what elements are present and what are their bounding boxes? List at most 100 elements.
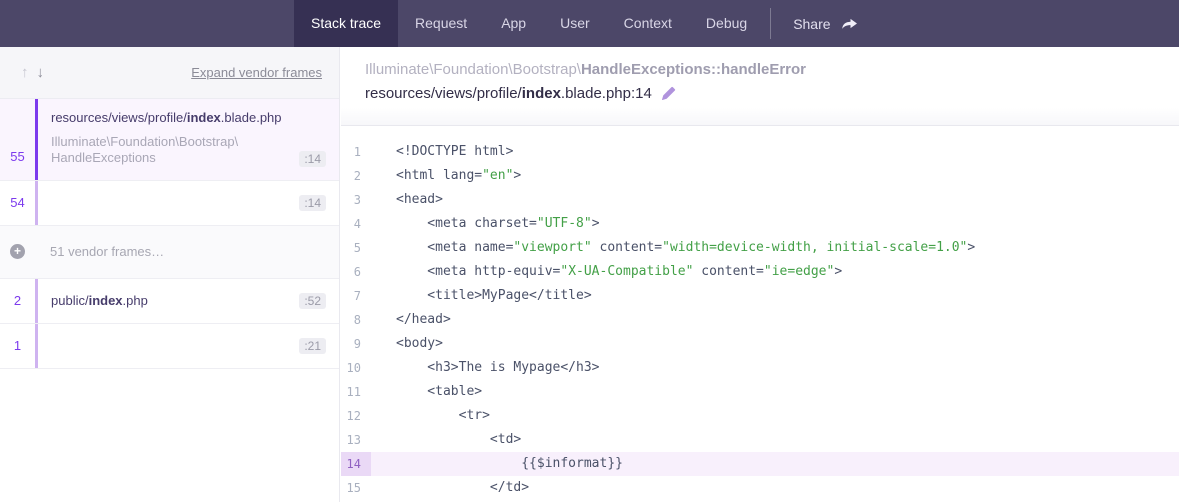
code-line-2: 2<html lang="en"> bbox=[341, 164, 1179, 188]
class-namespace: Illuminate\Foundation\Bootstrap\ bbox=[365, 61, 581, 78]
line-number-badge: :14 bbox=[299, 195, 326, 211]
stack-frame-list: 55resources/views/profile/index.blade.ph… bbox=[0, 99, 339, 369]
code-text: <h3>The is Mypage</h3> bbox=[371, 356, 600, 380]
line-number: 10 bbox=[341, 356, 371, 380]
plus-circle-icon: + bbox=[10, 244, 25, 259]
line-number: 6 bbox=[341, 260, 371, 284]
line-number: 3 bbox=[341, 188, 371, 212]
line-number: 7 bbox=[341, 284, 371, 308]
line-number: 4 bbox=[341, 212, 371, 236]
line-number: 8 bbox=[341, 308, 371, 332]
share-button[interactable]: Share bbox=[777, 0, 873, 47]
line-number-badge: :14 bbox=[299, 151, 326, 167]
frame-meta: Illuminate\Foundation\Bootstrap\HandleEx… bbox=[51, 134, 326, 167]
code-text: </head> bbox=[371, 308, 451, 332]
code-text: <table> bbox=[371, 380, 482, 404]
line-number: 15 bbox=[341, 476, 371, 500]
code-line-10: 10 <h3>The is Mypage</h3> bbox=[341, 356, 1179, 380]
code-line-8: 8</head> bbox=[341, 308, 1179, 332]
frame-body: :21 bbox=[35, 324, 339, 368]
frame-class: Illuminate\Foundation\Bootstrap\HandleEx… bbox=[51, 134, 238, 167]
frame-file: public/index.php bbox=[51, 293, 148, 308]
line-number: 11 bbox=[341, 380, 371, 404]
stack-frame-55[interactable]: 55resources/views/profile/index.blade.ph… bbox=[0, 99, 339, 181]
line-number: 1 bbox=[341, 140, 371, 164]
code-text: <tr> bbox=[371, 404, 490, 428]
tab-stack-trace[interactable]: Stack trace bbox=[294, 0, 398, 47]
expand-vendor-frames-link[interactable]: Expand vendor frames bbox=[191, 65, 322, 80]
code-panel: Illuminate\Foundation\Bootstrap\HandleEx… bbox=[341, 47, 1179, 502]
nav-divider bbox=[770, 8, 771, 39]
code-text: <html lang="en"> bbox=[371, 164, 521, 188]
frame-number: 2 bbox=[0, 279, 35, 323]
code-line-14: 14 {{$informat}} bbox=[341, 452, 1179, 476]
stack-frame-54[interactable]: 54 :14 bbox=[0, 181, 339, 226]
code-line-11: 11 <table> bbox=[341, 380, 1179, 404]
code-text: <meta name="viewport" content="width=dev… bbox=[371, 236, 975, 260]
stack-frame-2[interactable]: 2 public/index.php :52 bbox=[0, 279, 339, 324]
line-number: 9 bbox=[341, 332, 371, 356]
file-path-bold: index bbox=[522, 85, 561, 102]
line-number-badge: :21 bbox=[299, 338, 326, 354]
code-line-5: 5 <meta name="viewport" content="width=d… bbox=[341, 236, 1179, 260]
string-token: "X-UA-Compatible" bbox=[560, 264, 693, 279]
code-line-13: 13 <td> bbox=[341, 428, 1179, 452]
share-icon bbox=[841, 16, 858, 31]
frame-file: resources/views/profile/index.blade.php bbox=[51, 110, 326, 125]
string-token: "ie=edge" bbox=[764, 264, 834, 279]
code-line-6: 6 <meta http-equiv="X-UA-Compatible" con… bbox=[341, 260, 1179, 284]
code-line-3: 3<head> bbox=[341, 188, 1179, 212]
tab-user[interactable]: User bbox=[543, 0, 607, 47]
line-number: 14 bbox=[341, 452, 371, 476]
vendor-frames-label: 51 vendor frames… bbox=[50, 244, 164, 259]
file-path-prefix: resources/views/profile/ bbox=[365, 85, 522, 102]
code-text: {{$informat}} bbox=[371, 452, 623, 476]
string-token: "viewport" bbox=[513, 240, 591, 255]
frame-body: public/index.php :52 bbox=[35, 279, 339, 323]
share-label: Share bbox=[793, 16, 830, 32]
pencil-icon bbox=[661, 86, 676, 101]
line-number-badge: :52 bbox=[299, 293, 326, 309]
line-number: 12 bbox=[341, 404, 371, 428]
frame-number: 54 bbox=[0, 181, 35, 225]
code-text: <head> bbox=[371, 188, 443, 212]
ignition-error-page: Stack traceRequestAppUserContextDebug Sh… bbox=[0, 0, 1179, 502]
plus-cell: + bbox=[0, 244, 35, 259]
frame-number: 55 bbox=[0, 99, 35, 180]
code-text: </td> bbox=[371, 476, 529, 500]
top-navbar: Stack traceRequestAppUserContextDebug Sh… bbox=[0, 0, 1179, 47]
tab-request[interactable]: Request bbox=[398, 0, 484, 47]
nav-tabs: Stack traceRequestAppUserContextDebug bbox=[294, 0, 764, 47]
tab-context[interactable]: Context bbox=[607, 0, 689, 47]
class-method: HandleExceptions::handleError bbox=[581, 61, 806, 78]
stack-frame-1[interactable]: 1 :21 bbox=[0, 324, 339, 369]
next-frame-arrow-icon[interactable]: ↓ bbox=[33, 64, 49, 81]
vendor-frames-toggle[interactable]: +51 vendor frames… bbox=[0, 226, 339, 279]
string-token: "UTF-8" bbox=[537, 216, 592, 231]
code-text: <body> bbox=[371, 332, 443, 356]
code-text: <td> bbox=[371, 428, 521, 452]
previous-frame-arrow-icon[interactable]: ↑ bbox=[17, 64, 33, 81]
frame-header: Illuminate\Foundation\Bootstrap\HandleEx… bbox=[341, 47, 1179, 126]
code-line-7: 7 <title>MyPage</title> bbox=[341, 284, 1179, 308]
string-token: "width=device-width, initial-scale=1.0" bbox=[662, 240, 967, 255]
code-text: <meta http-equiv="X-UA-Compatible" conte… bbox=[371, 260, 842, 284]
code-line-15: 15 </td> bbox=[341, 476, 1179, 500]
code-text: <!DOCTYPE html> bbox=[371, 140, 513, 164]
line-number: 2 bbox=[341, 164, 371, 188]
open-in-editor-button[interactable] bbox=[661, 86, 676, 101]
code-line-12: 12 <tr> bbox=[341, 404, 1179, 428]
code-text: <title>MyPage</title> bbox=[371, 284, 592, 308]
code-line-9: 9<body> bbox=[341, 332, 1179, 356]
sidebar-header: ↑ ↓ Expand vendor frames bbox=[0, 47, 339, 99]
frame-body: :14 bbox=[35, 181, 339, 225]
frame-body: resources/views/profile/index.blade.php I… bbox=[35, 99, 339, 180]
tab-app[interactable]: App bbox=[484, 0, 543, 47]
tab-debug[interactable]: Debug bbox=[689, 0, 764, 47]
code-viewer: 1<!DOCTYPE html>2<html lang="en">3<head>… bbox=[341, 126, 1179, 502]
frame-number: 1 bbox=[0, 324, 35, 368]
code-text: <meta charset="UTF-8"> bbox=[371, 212, 600, 236]
line-number: 5 bbox=[341, 236, 371, 260]
code-line-1: 1<!DOCTYPE html> bbox=[341, 140, 1179, 164]
stack-frames-sidebar: ↑ ↓ Expand vendor frames 55resources/vie… bbox=[0, 47, 340, 502]
